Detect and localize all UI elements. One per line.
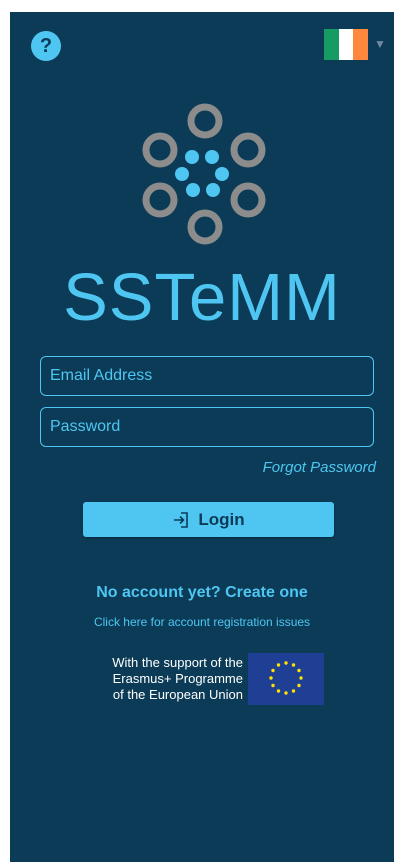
dropdown-caret-icon: ▼: [374, 37, 386, 51]
login-button[interactable]: Login: [83, 502, 334, 537]
login-label: Login: [198, 509, 245, 529]
language-selector[interactable]: ▼: [324, 27, 388, 61]
erasmus-support-notice: With the support of the Erasmus+ Program…: [88, 653, 324, 705]
sstemm-logo-icon: [142, 103, 266, 245]
support-text: With the support of the Erasmus+ Program…: [88, 655, 243, 703]
eu-flag-icon: [248, 653, 324, 705]
registration-issues-link[interactable]: Click here for account registration issu…: [10, 615, 394, 629]
login-arrow-icon: [174, 511, 189, 528]
email-field[interactable]: [40, 356, 374, 396]
support-line: of the European Union: [112, 687, 243, 702]
support-line: With the support of the: [112, 655, 243, 670]
ireland-flag-icon: [324, 28, 369, 60]
app-title: SSTeMM: [63, 260, 341, 335]
password-field[interactable]: [40, 407, 374, 447]
create-account-link[interactable]: No account yet? Create one: [10, 584, 394, 602]
forgot-password-link[interactable]: Forgot Password: [263, 459, 376, 476]
support-line: Erasmus+ Programme: [112, 671, 243, 686]
help-button[interactable]: ?: [31, 31, 61, 61]
app-screen: ? ▼ SSTeMM Forgot Password: [10, 12, 394, 862]
